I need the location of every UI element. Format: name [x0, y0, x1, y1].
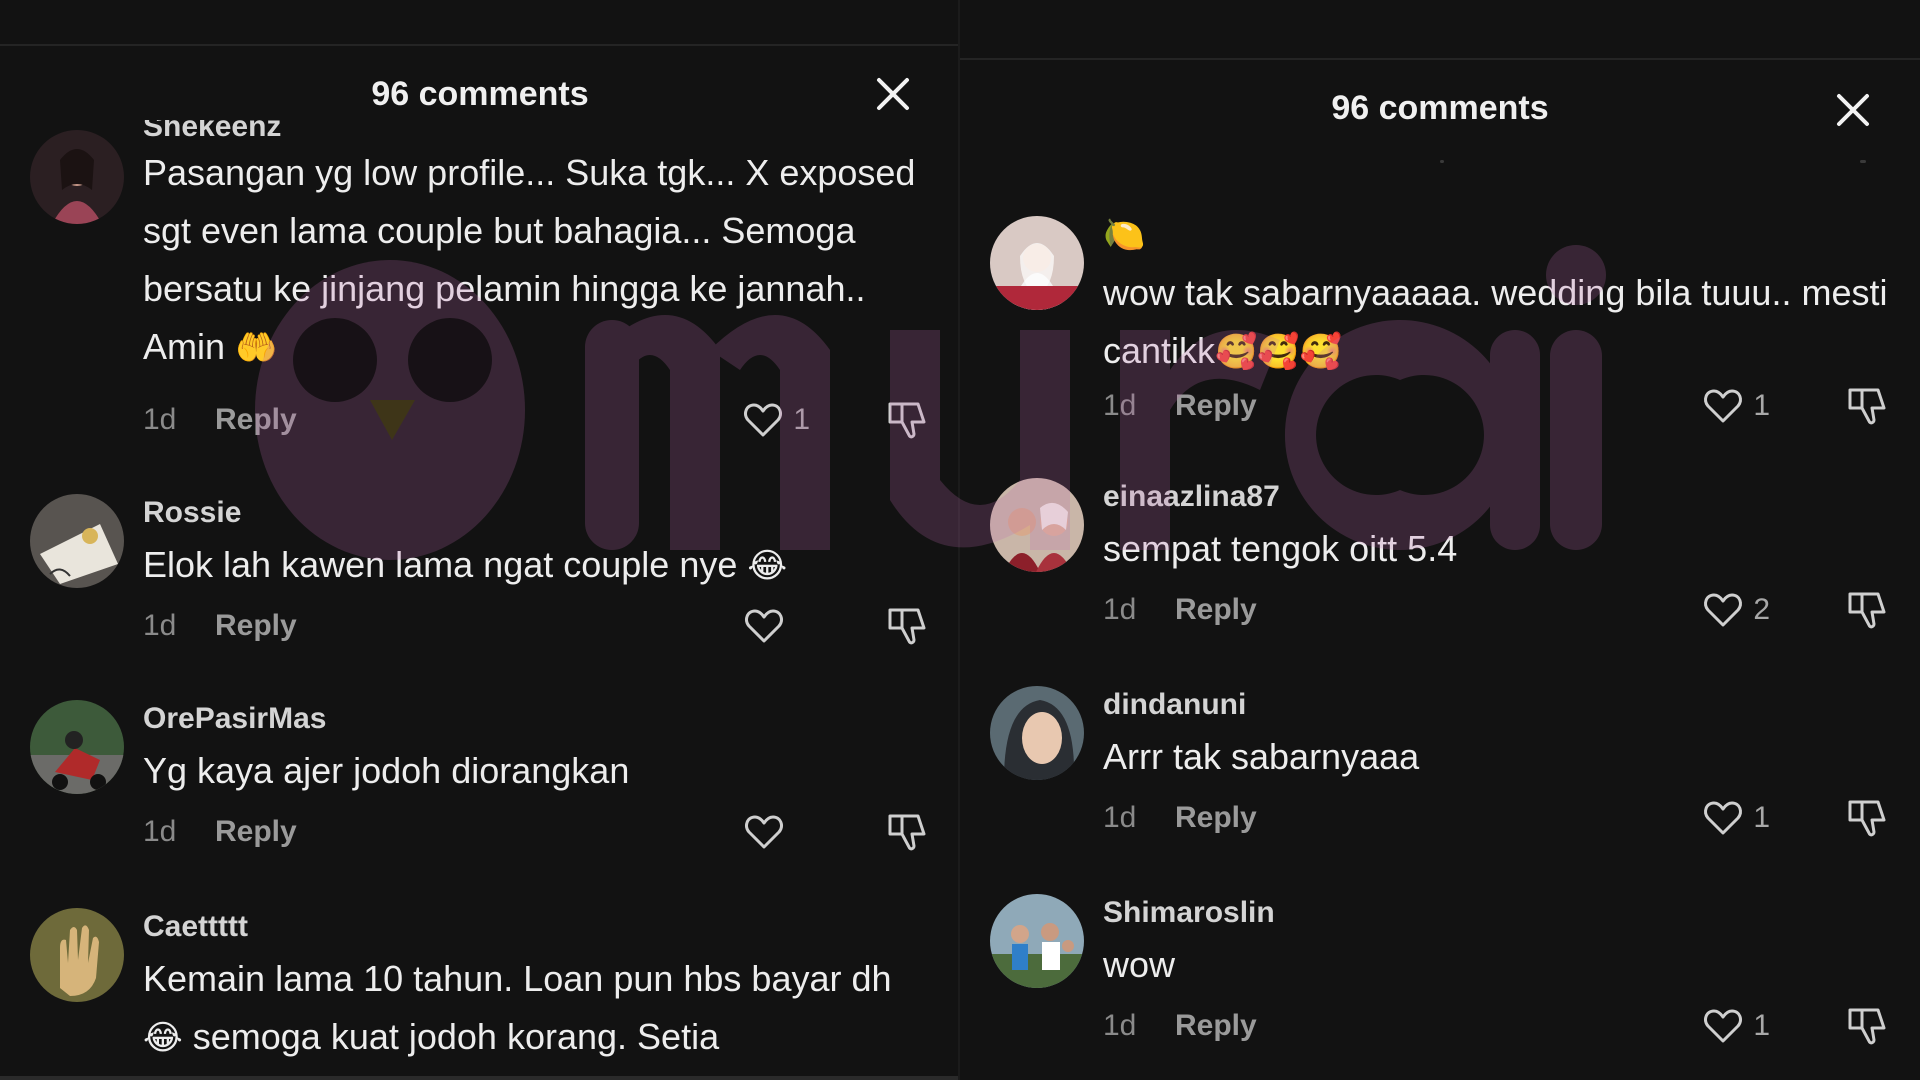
heart-icon [1701, 384, 1745, 428]
emoji: 🤲 [235, 328, 278, 368]
comment-body: OrePasirMas Yg kaya ajer jodoh diorangka… [143, 700, 930, 800]
emoji: 😂 [747, 546, 788, 586]
like-button[interactable]: 1 [1701, 1004, 1770, 1048]
comment-time: 1d [1103, 593, 1137, 626]
dislike-button[interactable] [1844, 794, 1890, 840]
username[interactable]: Shekeenz [143, 120, 930, 142]
reply-button[interactable]: Reply [215, 606, 297, 646]
comment-time: 1d [143, 815, 177, 848]
comment-body: Rossie Elok lah kawen lama ngat couple n… [143, 494, 930, 595]
like-count: 1 [1753, 1009, 1770, 1042]
comment-text: Pasangan yg low profile... Suka tgk... X… [143, 152, 916, 368]
comment-meta: 1d Reply [143, 812, 930, 852]
avatar[interactable] [990, 216, 1084, 310]
reply-button[interactable]: Reply [215, 812, 297, 852]
comment-text: wow tak sabarnyaaaaa. wedding bila tuuu.… [1103, 272, 1888, 372]
emoji: 🥰🥰🥰 [1215, 332, 1343, 372]
thumbs-down-icon [884, 808, 930, 854]
comments-screenshot: 96 comments Shekeenz Pasangan yg low pro… [0, 0, 1920, 1080]
like-button[interactable]: 1 [1701, 384, 1770, 428]
comment-body: Shimaroslin wow [1103, 894, 1890, 994]
comment-body: einaazlina87 sempat tengok oitt 5.4 [1103, 478, 1890, 578]
avatar[interactable] [30, 908, 124, 1002]
comment-time: 1d [1103, 801, 1137, 834]
like-count: 1 [793, 403, 810, 436]
avatar[interactable] [990, 894, 1084, 988]
reply-button[interactable]: Reply [215, 400, 297, 440]
like-button[interactable]: 1 [741, 398, 810, 442]
avatar[interactable] [30, 494, 124, 588]
comment-meta: 1d Reply 2 [1103, 590, 1890, 630]
comment-list[interactable]: 🍋 wow tak sabarnyaaaaa. wedding bila tuu… [960, 0, 1920, 1080]
like-count: 1 [1753, 389, 1770, 422]
dislike-button[interactable] [884, 602, 930, 648]
like-button[interactable] [742, 604, 810, 648]
reply-button[interactable]: Reply [1175, 798, 1257, 838]
dislike-button[interactable] [1844, 586, 1890, 632]
heart-icon [742, 810, 786, 854]
comment-text: sempat tengok oitt 5.4 [1103, 528, 1458, 569]
comment-time: 1d [1103, 1009, 1137, 1042]
lemon-emoji: 🍋 [1103, 215, 1146, 255]
username[interactable]: Caettttt [143, 908, 930, 946]
reply-button[interactable]: Reply [1175, 590, 1257, 630]
comment-text: Arrr tak sabarnyaaa [1103, 736, 1420, 777]
comment-text: Elok lah kawen lama ngat couple nye 😂 [143, 544, 788, 586]
comment-time: 1d [1103, 389, 1137, 422]
username[interactable]: einaazlina87 [1103, 478, 1890, 516]
heart-icon [1701, 796, 1745, 840]
avatar[interactable] [990, 686, 1084, 780]
panel-bottom-border [0, 1076, 960, 1080]
comment-text: wow [1103, 944, 1176, 985]
comment-meta: 1d Reply 1 [1103, 798, 1890, 838]
comment-text: Yg kaya ajer jodoh diorangkan [143, 750, 630, 791]
thumbs-down-icon [884, 602, 930, 648]
avatar[interactable] [30, 130, 124, 224]
thumbs-down-icon [1844, 794, 1890, 840]
comment-body: dindanuni Arrr tak sabarnyaaa [1103, 686, 1890, 786]
heart-icon [1701, 588, 1745, 632]
thumbs-down-icon [884, 396, 930, 442]
dislike-button[interactable] [1844, 1002, 1890, 1048]
right-comments-panel: 96 comments 🍋 wow tak sabarnyaaaaa. wedd… [960, 0, 1920, 1080]
thumbs-down-icon [1844, 1002, 1890, 1048]
like-count: 2 [1753, 593, 1770, 626]
like-button[interactable] [742, 810, 810, 854]
comment-body: Shekeenz Pasangan yg low profile... Suka… [143, 120, 930, 377]
heart-icon [1701, 1004, 1745, 1048]
comment-meta: 1d Reply 1 [1103, 386, 1890, 426]
heart-icon [742, 604, 786, 648]
username[interactable]: OrePasirMas [143, 700, 930, 738]
comment-text: Kemain lama 10 tahun. Loan pun hbs bayar… [143, 958, 892, 1058]
dislike-button[interactable] [1844, 382, 1890, 428]
dislike-button[interactable] [884, 808, 930, 854]
comment-meta: 1d Reply 1 [143, 400, 930, 440]
comment-time: 1d [143, 403, 177, 436]
comment-time: 1d [143, 609, 177, 642]
username[interactable]: Rossie [143, 494, 930, 532]
comment-body: Caettttt Kemain lama 10 tahun. Loan pun … [143, 908, 930, 1067]
avatar[interactable] [30, 700, 124, 794]
like-button[interactable]: 2 [1701, 588, 1770, 632]
dislike-button[interactable] [884, 396, 930, 442]
username[interactable]: Shimaroslin [1103, 894, 1890, 932]
heart-icon [741, 398, 785, 442]
reply-button[interactable]: Reply [1175, 386, 1257, 426]
emoji: 😂 [143, 1018, 183, 1058]
comment-list[interactable]: Shekeenz Pasangan yg low profile... Suka… [0, 0, 960, 1080]
thumbs-down-icon [1844, 382, 1890, 428]
avatar[interactable] [990, 478, 1084, 572]
comment-body: 🍋 wow tak sabarnyaaaaa. wedding bila tuu… [1103, 216, 1890, 381]
reply-button[interactable]: Reply [1175, 1006, 1257, 1046]
username[interactable]: dindanuni [1103, 686, 1890, 724]
comment-meta: 1d Reply 1 [1103, 1006, 1890, 1046]
thumbs-down-icon [1844, 586, 1890, 632]
like-count: 1 [1753, 801, 1770, 834]
comment-meta: 1d Reply [143, 606, 930, 646]
left-comments-panel: 96 comments Shekeenz Pasangan yg low pro… [0, 0, 960, 1080]
username[interactable]: 🍋 [1103, 216, 1890, 256]
like-button[interactable]: 1 [1701, 796, 1770, 840]
